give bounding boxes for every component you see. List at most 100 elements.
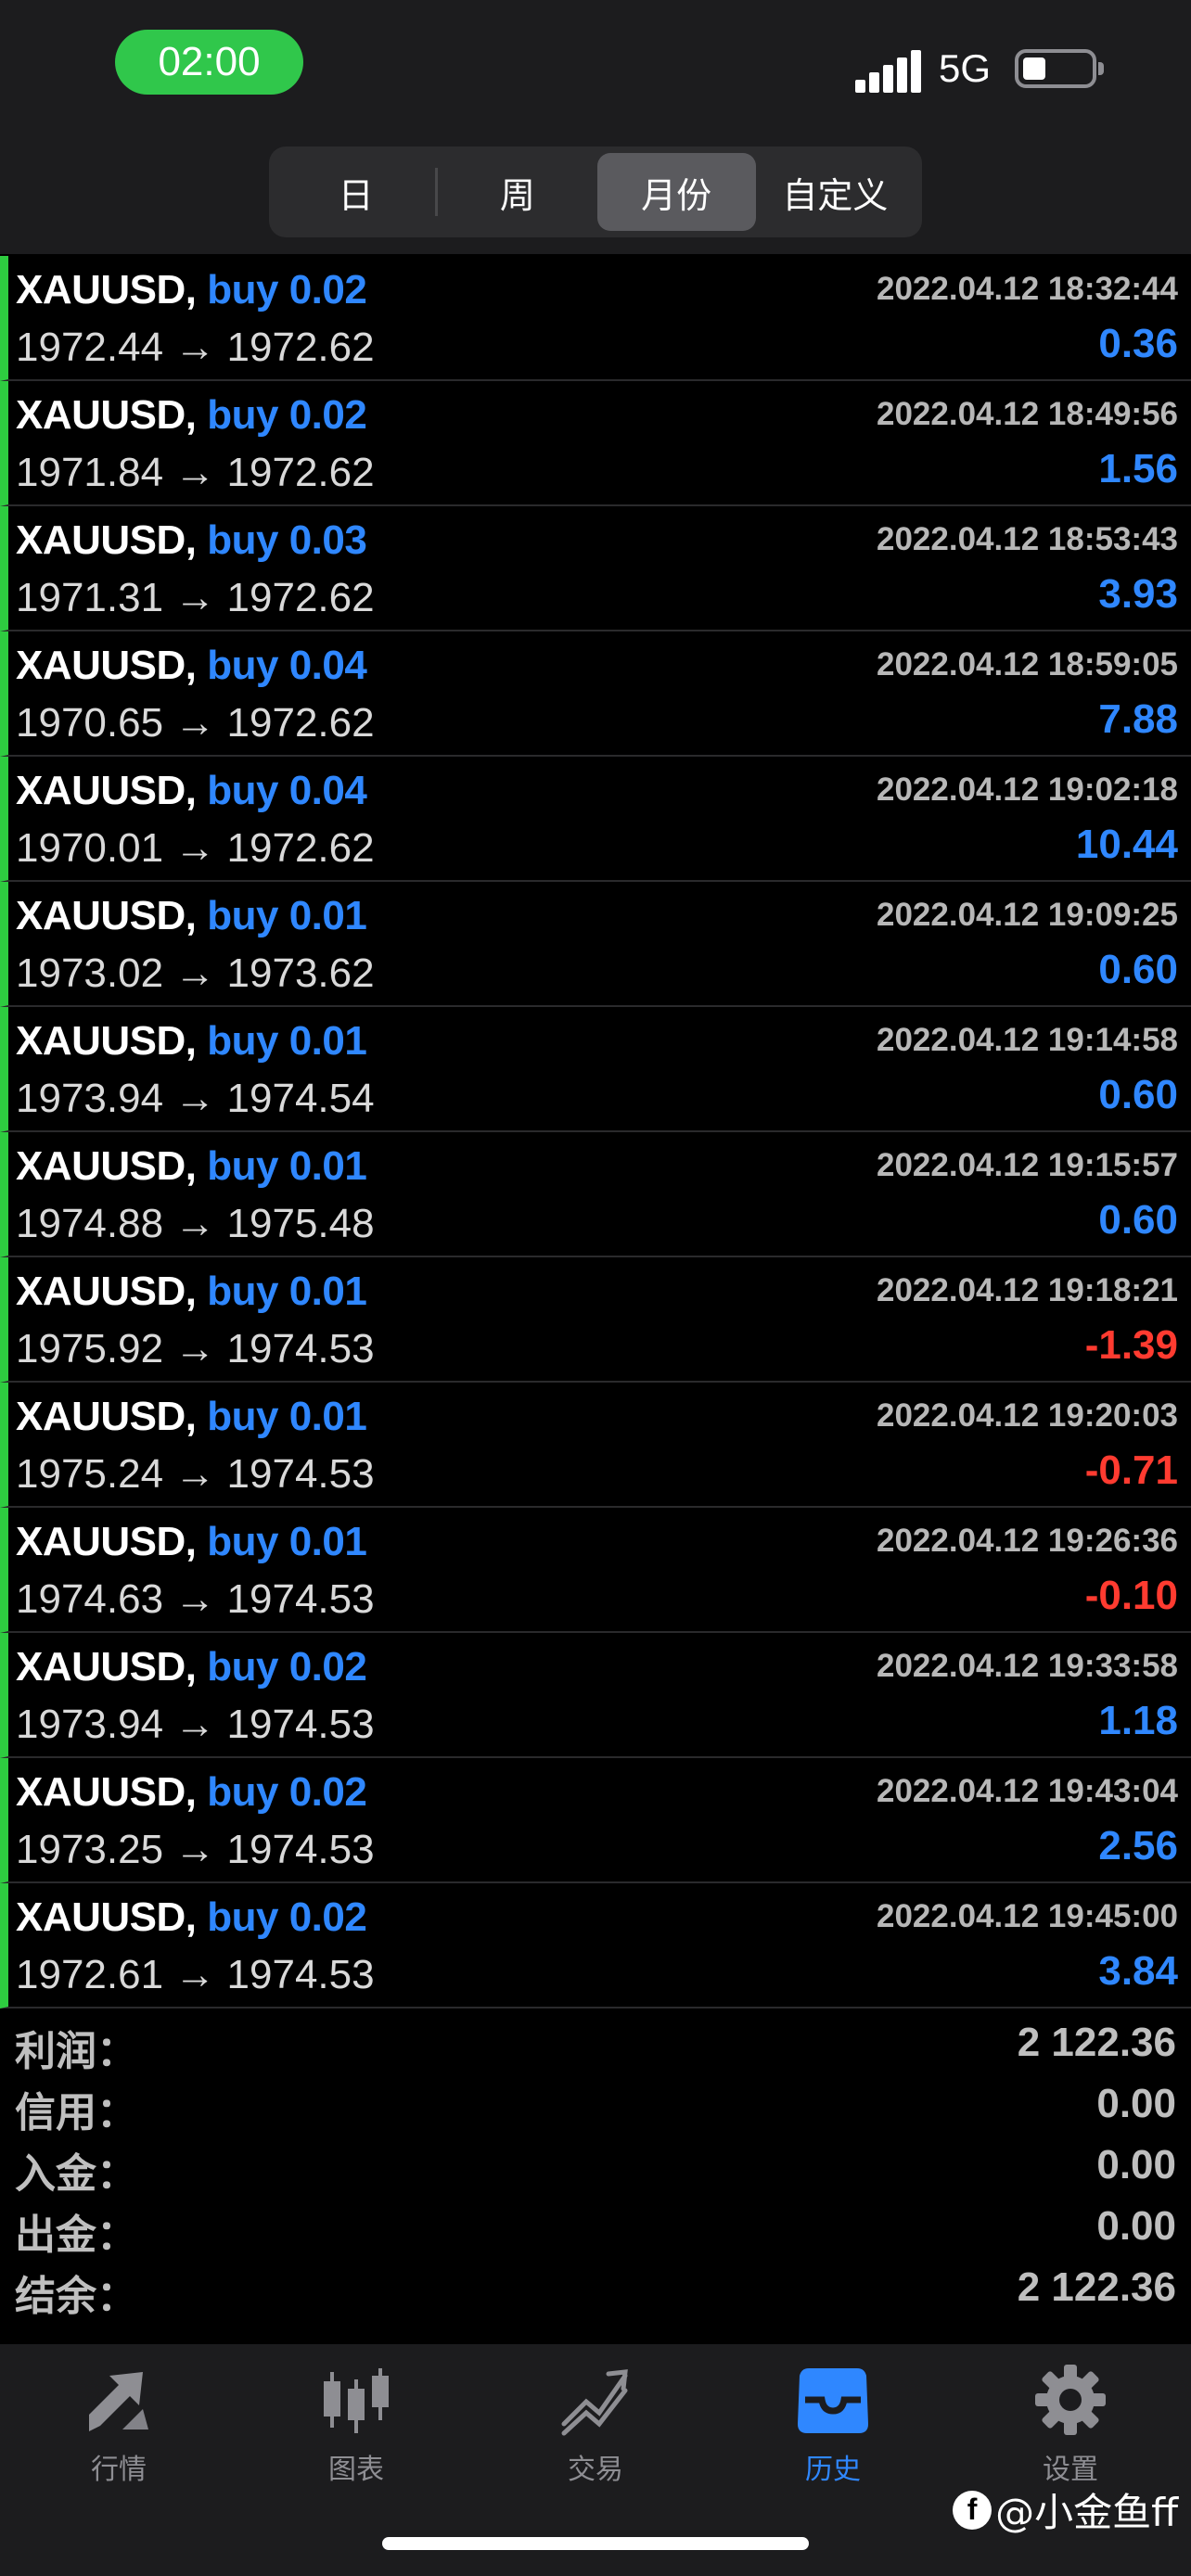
- deal-row[interactable]: XAUUSD, buy 0.01 1975.24 → 1974.53 2022.04…: [0, 1383, 1191, 1508]
- tab-week[interactable]: 周: [438, 153, 596, 231]
- symbol-name: XAUUSD,: [16, 1018, 197, 1064]
- deal-symbol: XAUUSD, buy 0.04: [16, 643, 367, 689]
- deal-prices: 1972.44 → 1972.62: [16, 325, 375, 371]
- deal-side-volume: buy 0.02: [207, 392, 367, 438]
- deal-profit: 10.44: [1075, 822, 1178, 867]
- deal-time: 2022.04.12 18:53:43: [877, 521, 1178, 557]
- deal-profit: 0.60: [1098, 1197, 1178, 1243]
- open-price: 1975.92: [16, 1326, 164, 1371]
- deal-prices: 1974.88 → 1975.48: [16, 1201, 375, 1247]
- deal-symbol: XAUUSD, buy 0.02: [16, 267, 367, 313]
- deal-time: 2022.04.12 19:33:58: [877, 1648, 1178, 1684]
- deal-row[interactable]: XAUUSD, buy 0.02 1973.94 → 1974.53 2022.04…: [0, 1633, 1191, 1758]
- home-indicator[interactable]: [382, 2537, 809, 2550]
- deal-row[interactable]: XAUUSD, buy 0.04 1970.65 → 1972.62 2022.04…: [0, 631, 1191, 757]
- deal-symbol: XAUUSD, buy 0.02: [16, 392, 367, 439]
- deal-row[interactable]: XAUUSD, buy 0.01 1973.94 → 1974.54 2022.04…: [0, 1007, 1191, 1132]
- deal-symbol: XAUUSD, buy 0.02: [16, 1769, 367, 1816]
- summary-panel: 利润： 2 122.36 信用： 0.00 入金： 0.00 出金： 0.00 结余： 2 122…: [0, 2014, 1191, 2320]
- open-price: 1971.84: [16, 450, 164, 495]
- deal-profit: 3.84: [1098, 1948, 1178, 1994]
- deal-time: 2022.04.12 19:09:25: [877, 897, 1178, 933]
- deal-row[interactable]: XAUUSD, buy 0.02 1973.25 → 1974.53 2022.04…: [0, 1758, 1191, 1883]
- deal-prices: 1973.02 → 1973.62: [16, 950, 375, 997]
- arrow-icon: →: [174, 1326, 216, 1371]
- open-price: 1972.61: [16, 1952, 164, 1997]
- tab-day[interactable]: 日: [276, 153, 435, 231]
- deal-prices: 1973.25 → 1974.53: [16, 1827, 375, 1873]
- close-price: 1972.62: [226, 700, 375, 746]
- deal-time: 2022.04.12 19:18:21: [877, 1272, 1178, 1308]
- summary-value: 2 122.36: [1017, 2264, 1176, 2310]
- tab-custom[interactable]: 自定义: [756, 153, 915, 231]
- deal-profit: 1.18: [1098, 1698, 1178, 1743]
- symbol-name: XAUUSD,: [16, 267, 197, 312]
- deal-symbol: XAUUSD, buy 0.03: [16, 517, 367, 564]
- summary-value: 0.00: [1096, 2081, 1176, 2126]
- deal-row[interactable]: XAUUSD, buy 0.02 1972.44 → 1972.62 2022.04…: [0, 256, 1191, 381]
- arrow-icon: →: [174, 1576, 216, 1622]
- arrow-icon: →: [174, 1451, 216, 1497]
- deal-row[interactable]: XAUUSD, buy 0.01 1973.02 → 1973.62 2022.04…: [0, 882, 1191, 1007]
- deal-side-volume: buy 0.02: [207, 267, 367, 312]
- tab-charts[interactable]: 图表: [282, 2363, 430, 2493]
- arrow-icon: →: [174, 1201, 216, 1246]
- candlestick-chart-icon: [324, 2368, 389, 2433]
- deal-prices: 1970.65 → 1972.62: [16, 700, 375, 746]
- deal-time: 2022.04.12 19:26:36: [877, 1523, 1178, 1559]
- symbol-name: XAUUSD,: [16, 1269, 197, 1314]
- deal-profit: 0.60: [1098, 1072, 1178, 1117]
- deal-symbol: XAUUSD, buy 0.04: [16, 768, 367, 814]
- deal-profit: -1.39: [1084, 1322, 1178, 1368]
- symbol-name: XAUUSD,: [16, 1769, 197, 1815]
- deal-profit: 7.88: [1098, 696, 1178, 742]
- close-price: 1973.62: [226, 950, 375, 996]
- network-type: 5G: [939, 46, 992, 90]
- deal-row[interactable]: XAUUSD, buy 0.02 1971.84 → 1972.62 2022.04…: [0, 381, 1191, 506]
- deal-symbol: XAUUSD, buy 0.01: [16, 1018, 367, 1065]
- deal-symbol: XAUUSD, buy 0.01: [16, 893, 367, 939]
- deal-row[interactable]: XAUUSD, buy 0.02 1972.61 → 1974.53 2022.04…: [0, 1883, 1191, 2009]
- tab-settings[interactable]: 设置: [996, 2363, 1145, 2493]
- deal-prices: 1975.24 → 1974.53: [16, 1451, 375, 1498]
- deal-time: 2022.04.12 18:49:56: [877, 396, 1178, 432]
- summary-value: 0.00: [1096, 2142, 1176, 2187]
- watermark: f @小金鱼ff: [953, 2481, 1178, 2538]
- open-price: 1973.25: [16, 1827, 164, 1872]
- deal-row[interactable]: XAUUSD, buy 0.01 1974.63 → 1974.53 2022.04…: [0, 1508, 1191, 1633]
- deal-time: 2022.04.12 18:32:44: [877, 271, 1178, 307]
- deal-row[interactable]: XAUUSD, buy 0.01 1974.88 → 1975.48 2022.04…: [0, 1132, 1191, 1257]
- tab-quotes[interactable]: 行情: [45, 2363, 193, 2493]
- deal-row[interactable]: XAUUSD, buy 0.03 1971.31 → 1972.62 2022.04…: [0, 506, 1191, 631]
- deal-side-volume: buy 0.01: [207, 1269, 367, 1314]
- arrow-icon: →: [174, 1702, 216, 1747]
- close-price: 1972.62: [226, 325, 375, 370]
- deal-symbol: XAUUSD, buy 0.02: [16, 1644, 367, 1690]
- deal-row[interactable]: XAUUSD, buy 0.01 1975.92 → 1974.53 2022.04…: [0, 1257, 1191, 1383]
- tab-history[interactable]: 历史: [759, 2363, 907, 2493]
- symbol-name: XAUUSD,: [16, 1394, 197, 1439]
- deal-prices: 1970.01 → 1972.62: [16, 825, 375, 872]
- history-inbox-icon: [798, 2368, 868, 2433]
- close-price: 1974.53: [226, 1702, 375, 1747]
- deal-prices: 1972.61 → 1974.53: [16, 1952, 375, 1998]
- deal-profit: 2.56: [1098, 1823, 1178, 1868]
- signal-strength-icon: [855, 48, 921, 93]
- deal-profit: -0.71: [1084, 1447, 1178, 1493]
- summary-value: 2 122.36: [1017, 2020, 1176, 2065]
- summary-label: 信用：: [15, 2089, 137, 2136]
- clock-pill: 02:00: [115, 30, 303, 95]
- deal-time: 2022.04.12 19:20:03: [877, 1397, 1178, 1434]
- deal-symbol: XAUUSD, buy 0.01: [16, 1394, 367, 1440]
- tab-trade[interactable]: 交易: [521, 2363, 670, 2493]
- deal-row[interactable]: XAUUSD, buy 0.04 1970.01 → 1972.62 2022.04…: [0, 757, 1191, 882]
- deal-profit: 1.56: [1098, 446, 1178, 491]
- arrow-icon: →: [174, 950, 216, 996]
- deal-side-volume: buy 0.01: [207, 1143, 367, 1189]
- deal-side-volume: buy 0.03: [207, 517, 367, 563]
- close-price: 1974.53: [226, 1827, 375, 1872]
- tab-month[interactable]: 月份: [596, 153, 756, 231]
- deal-profit: 0.36: [1098, 321, 1178, 366]
- deal-time: 2022.04.12 19:45:00: [877, 1898, 1178, 1934]
- arrow-icon: →: [174, 825, 216, 871]
